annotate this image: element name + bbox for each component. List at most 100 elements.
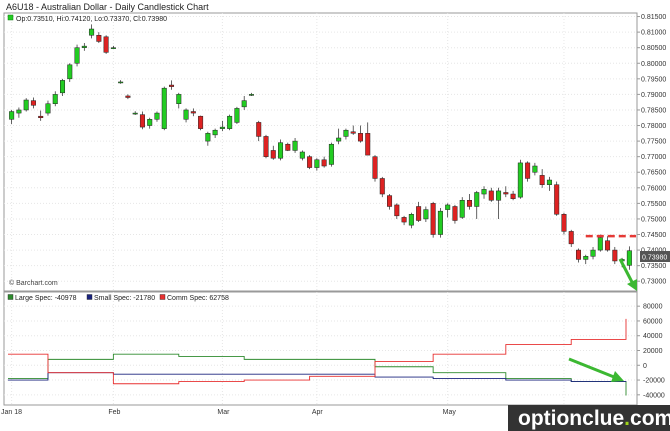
candle-body-up xyxy=(590,249,596,257)
cot-tick-label: -20000 xyxy=(643,378,665,385)
brand-name-post: com xyxy=(630,407,670,430)
candle-body-down xyxy=(430,203,436,235)
chart-background xyxy=(0,0,670,431)
candle xyxy=(561,212,567,235)
candle-body-down xyxy=(321,159,327,167)
candle-body-down xyxy=(125,95,131,98)
candle-body-up xyxy=(328,143,334,165)
candle-body-up xyxy=(52,94,58,104)
candle-body-up xyxy=(212,129,218,136)
cot-tick-label: 60000 xyxy=(643,318,663,325)
date-tick-label: Mar xyxy=(217,409,230,416)
candle-body-down xyxy=(510,193,516,199)
candle-body-up xyxy=(626,250,632,266)
candle-body-down xyxy=(554,184,560,215)
candle-body-down xyxy=(372,156,378,179)
cot-legend-swatch xyxy=(159,294,166,300)
candle-body-up xyxy=(89,28,95,36)
candle-body-down xyxy=(38,115,44,119)
date-tick-label: Apr xyxy=(312,409,324,416)
brand-logo-text: optionclue.com xyxy=(518,407,670,430)
ohlc-swatch xyxy=(7,14,14,21)
candle-body-down xyxy=(256,122,262,137)
candle-body-up xyxy=(481,189,487,195)
candle xyxy=(103,35,109,54)
candle-body-up xyxy=(496,190,502,201)
candle-body-down xyxy=(561,214,567,232)
candle-body-down xyxy=(387,195,393,207)
candle-body-down xyxy=(605,240,611,251)
brand-name-pre: optionclue xyxy=(518,407,624,430)
candle-body-down xyxy=(30,100,36,106)
candle-body-down xyxy=(307,156,313,168)
candle-body-down xyxy=(96,34,102,42)
candle-body-up xyxy=(132,112,138,115)
candle-body-down xyxy=(401,217,407,223)
candle-body-down xyxy=(379,178,385,195)
barchart-watermark: © Barchart.com xyxy=(9,279,58,287)
candle-body-down xyxy=(139,114,145,128)
candle-body-up xyxy=(299,151,305,159)
candle-body-up xyxy=(205,133,211,142)
candle-body-up xyxy=(292,140,298,151)
candle-body-up xyxy=(118,81,124,84)
price-tick-label: 0.77500 xyxy=(641,139,666,146)
candle-body-up xyxy=(45,103,51,114)
cot-tick-label: 0 xyxy=(643,363,647,370)
candle-body-up xyxy=(408,214,414,226)
candle-body-down xyxy=(575,249,581,260)
cot-tick-label: 40000 xyxy=(643,333,663,340)
price-tick-label: 0.80000 xyxy=(641,61,666,68)
candle-body-up xyxy=(437,210,443,235)
candle xyxy=(437,208,443,238)
candle-body-down xyxy=(350,131,356,134)
ohlc-label: Op:0.73510, Hi:0.74120, Lo:0.73370, Cl:0… xyxy=(16,16,167,23)
price-tick-label: 0.75500 xyxy=(641,201,666,208)
candle-body-down xyxy=(198,115,204,129)
candle-body-up xyxy=(517,162,523,198)
candle-body-up xyxy=(423,209,429,220)
candle-body-up xyxy=(546,179,552,185)
candle-body-down xyxy=(394,204,400,217)
candle xyxy=(554,181,560,216)
candle xyxy=(74,44,80,67)
candle xyxy=(234,106,240,124)
candle-body-up xyxy=(60,80,66,94)
candle-body-up xyxy=(154,112,160,120)
candle-body-down xyxy=(103,36,109,53)
price-tick-label: 0.73500 xyxy=(641,263,666,270)
cot-legend: Large Spec: -40978 Small Spec: -21780 Comm… xyxy=(7,294,229,302)
candle-body-up xyxy=(241,100,247,108)
candle-body-up xyxy=(532,165,538,173)
candle xyxy=(23,98,29,112)
cot-tick-label: 80000 xyxy=(643,304,663,311)
cot-legend-swatch xyxy=(86,294,93,300)
candle xyxy=(278,139,284,161)
date-tick-label: May xyxy=(443,409,457,416)
candle-body-down xyxy=(488,190,494,201)
candle-body-down xyxy=(452,206,458,221)
price-tick-label: 0.81500 xyxy=(641,14,666,21)
candle-body-down xyxy=(169,84,175,87)
cot-legend-swatch xyxy=(7,294,14,300)
price-tick-label: 0.79500 xyxy=(641,76,666,83)
candle xyxy=(161,86,167,131)
candle-body-up xyxy=(227,115,233,129)
candle-body-up xyxy=(183,109,189,120)
price-tick-label: 0.76500 xyxy=(641,170,666,177)
candle xyxy=(459,197,465,219)
cot-tick-label: 20000 xyxy=(643,348,663,355)
ohlc-info: Op:0.73510, Hi:0.74120, Lo:0.73370, Cl:0… xyxy=(7,14,167,23)
candle xyxy=(227,114,233,131)
cot-tick-label: -40000 xyxy=(643,392,665,399)
candle-body-up xyxy=(445,204,451,210)
candle-body-up xyxy=(74,47,80,64)
candle xyxy=(372,155,378,182)
candle xyxy=(379,176,385,198)
candle-body-down xyxy=(270,150,276,159)
price-tick-label: 0.75000 xyxy=(641,216,666,223)
candle-body-down xyxy=(285,143,291,151)
candle-body-down xyxy=(466,200,472,207)
candle-body-up xyxy=(147,119,153,126)
price-tick-label: 0.77000 xyxy=(641,154,666,161)
